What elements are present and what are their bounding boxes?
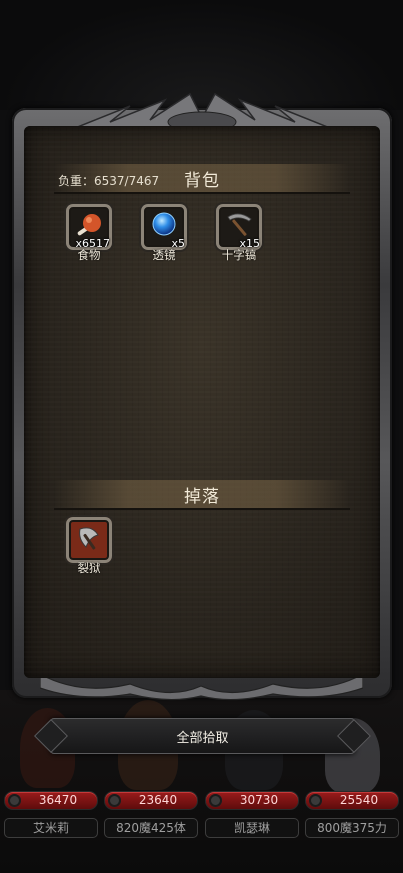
party-member-name-1[interactable]: 艾米莉 bbox=[4, 818, 98, 838]
hp-icon bbox=[8, 794, 21, 807]
party-member-name-3[interactable]: 凯瑟琳 bbox=[205, 818, 299, 838]
hp-icon bbox=[209, 794, 222, 807]
drop-slot-axe[interactable] bbox=[66, 517, 112, 563]
item-name-axe: 裂狱 bbox=[77, 561, 101, 575]
drops-title: 掉落 bbox=[184, 486, 220, 507]
party-hp-bar-2: 23640 bbox=[104, 791, 198, 810]
party-hp-bar-1: 36470 bbox=[4, 791, 98, 810]
backpack-title: 背包 bbox=[184, 170, 220, 191]
pickup-all-label: 全部拾取 bbox=[176, 730, 229, 746]
hp-value: 30730 bbox=[239, 793, 279, 807]
drops-header: 掉落 bbox=[54, 480, 350, 510]
lens-orb-icon bbox=[152, 212, 176, 236]
item-name-pickaxe: 十字镐 bbox=[221, 248, 257, 262]
hp-icon bbox=[309, 794, 322, 807]
pickaxe-icon bbox=[227, 213, 252, 236]
party-hp-bar-3: 30730 bbox=[205, 791, 299, 810]
backpack-slot-pickaxe[interactable]: x15 bbox=[216, 204, 262, 250]
party-hp-bar-4: 25540 bbox=[305, 791, 399, 810]
party-member-name-4[interactable]: 800魔375力 bbox=[305, 818, 399, 838]
hp-icon bbox=[108, 794, 121, 807]
item-name-lens: 透镜 bbox=[152, 248, 176, 262]
backpack-slot-lens[interactable]: x5 bbox=[141, 204, 187, 250]
item-name-food: 食物 bbox=[77, 248, 101, 262]
hp-value: 36470 bbox=[38, 793, 78, 807]
backpack-slot-food[interactable]: x6517 bbox=[66, 204, 112, 250]
hp-value: 23640 bbox=[138, 793, 178, 807]
axe-icon bbox=[79, 527, 99, 550]
hp-value: 25540 bbox=[339, 793, 379, 807]
carry-weight: 负重：6537/7467 bbox=[58, 174, 160, 188]
party-member-name-2[interactable]: 820魔425体 bbox=[104, 818, 198, 838]
pickup-all-button[interactable]: 全部拾取 bbox=[50, 718, 355, 754]
meat-icon bbox=[77, 214, 101, 236]
